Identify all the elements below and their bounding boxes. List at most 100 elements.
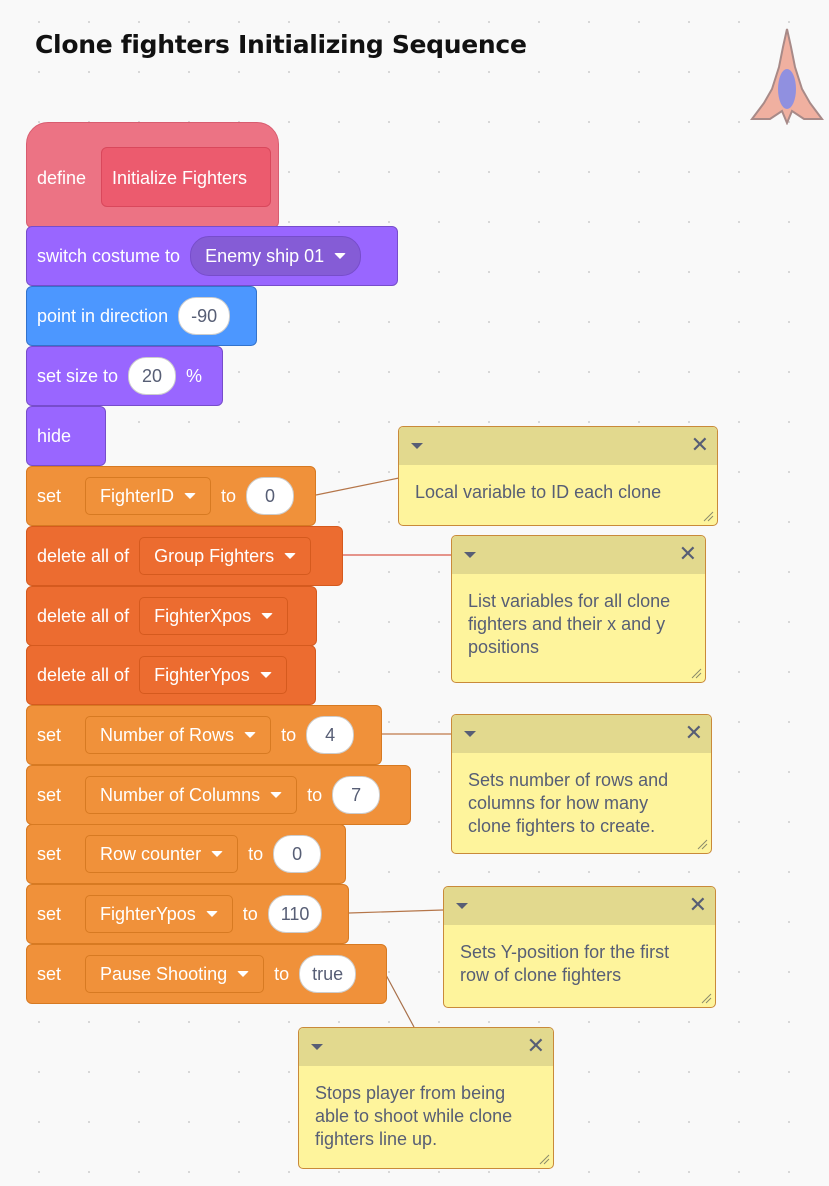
comment-text[interactable]: Sets number of rows and columns for how … xyxy=(452,753,711,838)
collapse-caret-icon[interactable] xyxy=(464,731,476,737)
dropdown-value: Number of Columns xyxy=(100,784,261,805)
block-label: delete all of xyxy=(37,664,130,685)
collapse-caret-icon[interactable] xyxy=(456,903,468,909)
block-label: set xyxy=(37,784,62,805)
to-label: to xyxy=(221,485,237,506)
value-input[interactable]: 4 xyxy=(306,716,355,754)
variable-dropdown[interactable]: FighterID xyxy=(85,477,212,515)
value-input[interactable]: 110 xyxy=(267,895,323,933)
list-dropdown[interactable]: Group Fighters xyxy=(139,537,312,575)
block-label: set xyxy=(37,843,62,864)
close-icon[interactable]: ✕ xyxy=(685,721,703,746)
variable-dropdown[interactable]: Pause Shooting xyxy=(85,955,265,993)
list-dropdown[interactable]: FighterYpos xyxy=(139,656,287,694)
delete-all-list-block[interactable]: delete all of FighterXpos xyxy=(26,586,317,646)
collapse-caret-icon[interactable] xyxy=(311,1044,323,1050)
switch-costume-block[interactable]: switch costume to Enemy ship 01 xyxy=(26,226,398,286)
caret-down-icon xyxy=(259,672,272,678)
comment-text[interactable]: Stops player from being able to shoot wh… xyxy=(299,1066,553,1151)
value-input[interactable]: 7 xyxy=(332,776,381,814)
dropdown-value: FighterXpos xyxy=(154,605,252,626)
variable-dropdown[interactable]: Number of Columns xyxy=(85,776,298,814)
percent-label: % xyxy=(186,365,203,386)
define-block[interactable]: define Initialize Fighters xyxy=(26,122,279,228)
comment-note[interactable]: ✕ Sets number of rows and columns for ho… xyxy=(451,714,712,854)
caret-down-icon xyxy=(284,553,297,559)
to-label: to xyxy=(248,843,264,864)
collapse-caret-icon[interactable] xyxy=(464,552,476,558)
comment-text[interactable]: Local variable to ID each clone xyxy=(399,465,717,504)
caret-down-icon xyxy=(334,253,347,259)
comment-header[interactable]: ✕ xyxy=(444,887,715,925)
block-label: set xyxy=(37,963,62,984)
comment-note[interactable]: ✕ Stops player from being able to shoot … xyxy=(298,1027,554,1169)
block-label: set size to xyxy=(37,365,119,386)
comment-text[interactable]: Sets Y-position for the first row of clo… xyxy=(444,925,715,987)
caret-down-icon xyxy=(237,971,250,977)
caret-down-icon xyxy=(184,493,197,499)
block-label: hide xyxy=(37,425,72,446)
caret-down-icon xyxy=(261,613,274,619)
block-label: set xyxy=(37,724,62,745)
to-label: to xyxy=(307,784,323,805)
value-input[interactable]: 0 xyxy=(273,835,322,873)
set-variable-block[interactable]: set Number of Columns to 7 xyxy=(26,765,411,825)
resize-handle-icon[interactable] xyxy=(538,1153,550,1165)
comment-note[interactable]: ✕ Sets Y-position for the first row of c… xyxy=(443,886,716,1008)
set-variable-block[interactable]: set Row counter to 0 xyxy=(26,824,346,884)
dropdown-value: Pause Shooting xyxy=(100,963,228,984)
custom-block-prototype[interactable]: Initialize Fighters xyxy=(101,147,271,207)
block-label: set xyxy=(37,903,62,924)
close-icon[interactable]: ✕ xyxy=(679,542,697,567)
caret-down-icon xyxy=(244,732,257,738)
dropdown-value: FighterYpos xyxy=(154,664,250,685)
point-direction-block[interactable]: point in direction -90 xyxy=(26,286,257,346)
set-variable-block[interactable]: set FighterID to 0 xyxy=(26,466,316,526)
dropdown-value: Number of Rows xyxy=(100,724,235,745)
block-label: point in direction xyxy=(37,305,169,326)
set-size-block[interactable]: set size to 20 % xyxy=(26,346,223,406)
block-label: delete all of xyxy=(37,545,130,566)
caret-down-icon xyxy=(270,792,283,798)
resize-handle-icon[interactable] xyxy=(700,992,712,1004)
value-input[interactable]: true xyxy=(299,955,357,993)
define-label: define xyxy=(37,168,87,188)
size-input[interactable]: 20 xyxy=(128,357,177,395)
dropdown-value: Row counter xyxy=(100,843,202,864)
to-label: to xyxy=(281,724,297,745)
hide-block[interactable]: hide xyxy=(26,406,106,466)
set-variable-block[interactable]: set FighterYpos to 110 xyxy=(26,884,349,944)
list-dropdown[interactable]: FighterXpos xyxy=(139,597,289,635)
dropdown-value: FighterID xyxy=(100,485,175,506)
comment-note[interactable]: ✕ List variables for all clone fighters … xyxy=(451,535,706,683)
direction-input[interactable]: -90 xyxy=(178,297,231,335)
dropdown-value: Group Fighters xyxy=(154,545,275,566)
value-input[interactable]: 0 xyxy=(246,477,295,515)
to-label: to xyxy=(242,903,258,924)
delete-all-list-block[interactable]: delete all of FighterYpos xyxy=(26,645,316,705)
comment-header[interactable]: ✕ xyxy=(399,427,717,465)
collapse-caret-icon[interactable] xyxy=(411,443,423,449)
dropdown-value: Enemy ship 01 xyxy=(205,245,325,266)
dropdown-value: FighterYpos xyxy=(100,903,196,924)
block-label: switch costume to xyxy=(37,245,181,266)
comment-header[interactable]: ✕ xyxy=(452,536,705,574)
set-variable-block[interactable]: set Pause Shooting to true xyxy=(26,944,387,1004)
set-variable-block[interactable]: set Number of Rows to 4 xyxy=(26,705,382,765)
comment-note[interactable]: ✕ Local variable to ID each clone xyxy=(398,426,718,526)
variable-dropdown[interactable]: FighterYpos xyxy=(85,895,233,933)
comment-text[interactable]: List variables for all clone fighters an… xyxy=(452,574,705,659)
comment-header[interactable]: ✕ xyxy=(452,715,711,753)
delete-all-list-block[interactable]: delete all of Group Fighters xyxy=(26,526,343,586)
resize-handle-icon[interactable] xyxy=(696,838,708,850)
resize-handle-icon[interactable] xyxy=(690,667,702,679)
close-icon[interactable]: ✕ xyxy=(527,1034,545,1059)
resize-handle-icon[interactable] xyxy=(702,510,714,522)
to-label: to xyxy=(274,963,290,984)
comment-header[interactable]: ✕ xyxy=(299,1028,553,1066)
variable-dropdown[interactable]: Number of Rows xyxy=(85,716,272,754)
close-icon[interactable]: ✕ xyxy=(689,893,707,918)
variable-dropdown[interactable]: Row counter xyxy=(85,835,239,873)
costume-dropdown[interactable]: Enemy ship 01 xyxy=(190,236,362,276)
close-icon[interactable]: ✕ xyxy=(691,433,709,458)
